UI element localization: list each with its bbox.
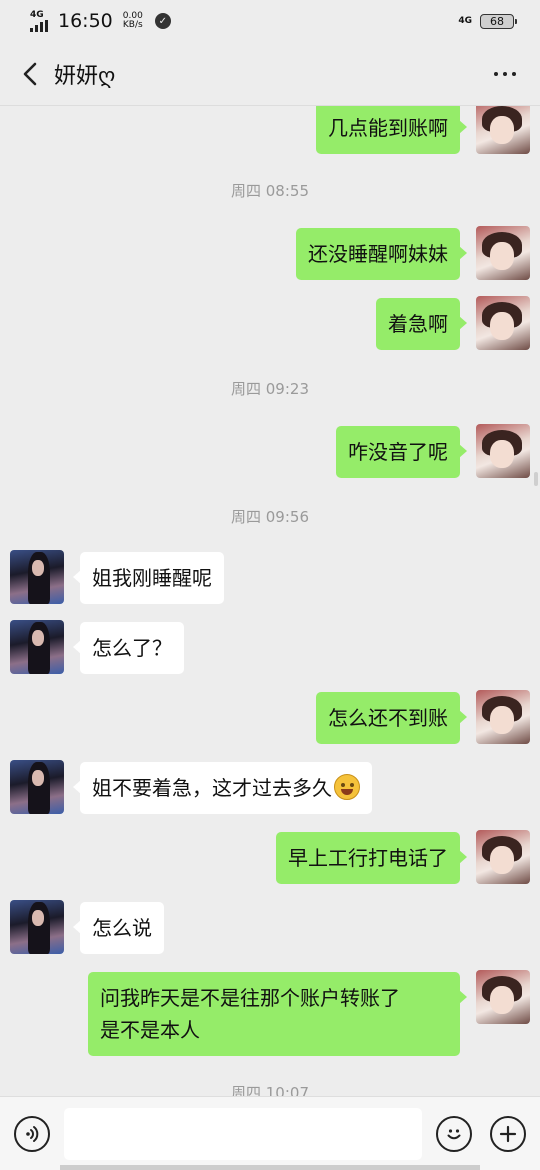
avatar[interactable] <box>10 760 64 814</box>
message-bubble-received[interactable]: 怎么说 <box>73 902 164 954</box>
avatar[interactable] <box>476 226 530 280</box>
signal-icon <box>30 19 48 32</box>
voice-icon[interactable] <box>14 1115 50 1152</box>
input-bar <box>0 1096 540 1170</box>
laughing-tears-emoji-icon <box>334 774 360 800</box>
message-bubble-received[interactable]: 姐我刚睡醒呢 <box>73 552 224 604</box>
message-input[interactable] <box>64 1107 422 1160</box>
plus-icon[interactable] <box>490 1115 526 1152</box>
message-bubble-sent[interactable]: 几点能到账啊 <box>316 106 467 154</box>
message-bubble-received[interactable]: 姐不要着急，这才过去多久 <box>73 762 372 814</box>
scrollbar[interactable] <box>534 472 538 486</box>
network-speed: 0.00 KB/s <box>122 11 143 30</box>
timestamp: 周四 08:55 <box>231 182 309 200</box>
status-bar: 4G 16:50 0.00 KB/s ✓ 4G 68 <box>0 0 540 42</box>
message-bubble-sent[interactable]: 还没睡醒啊妹妹 <box>296 228 467 280</box>
message-bubble-received[interactable]: 怎么了？ <box>73 622 184 674</box>
avatar[interactable] <box>476 106 530 154</box>
back-arrow-icon[interactable] <box>18 62 42 86</box>
message-bubble-sent[interactable]: 问我昨天是不是往那个账户转账了 是不是本人 <box>88 972 467 1056</box>
timestamp: 周四 10:07 <box>231 1084 309 1096</box>
avatar[interactable] <box>476 830 530 884</box>
avatar[interactable] <box>476 424 530 478</box>
battery-icon: 68 <box>480 13 517 29</box>
message-bubble-sent[interactable]: 早上工行打电话了 <box>276 832 467 884</box>
timestamp: 周四 09:56 <box>231 508 309 526</box>
avatar[interactable] <box>476 690 530 744</box>
avatar[interactable] <box>476 970 530 1024</box>
avatar[interactable] <box>10 900 64 954</box>
notification-icon: ✓ <box>154 13 171 29</box>
keyboard-hint-strip <box>60 1165 480 1170</box>
clock: 16:50 <box>58 10 113 32</box>
message-bubble-sent[interactable]: 怎么还不到账 <box>316 692 467 744</box>
more-options-icon[interactable] <box>488 62 522 86</box>
avatar[interactable] <box>10 620 64 674</box>
message-bubble-sent[interactable]: 着急啊 <box>376 298 467 350</box>
message-list[interactable]: 几点能到账啊 周四 08:55 还没睡醒啊妹妹 着急啊 周四 09:23 咋没音… <box>0 106 540 1096</box>
timestamp: 周四 09:23 <box>231 380 309 398</box>
chat-header: 妍妍ღ <box>0 42 540 106</box>
avatar[interactable] <box>476 296 530 350</box>
message-text: 姐不要着急，这才过去多久 <box>92 776 332 800</box>
avatar[interactable] <box>10 550 64 604</box>
chat-title: 妍妍ღ <box>54 63 116 89</box>
network-label-right: 4G <box>458 15 472 26</box>
emoji-icon[interactable] <box>436 1115 472 1152</box>
message-bubble-sent[interactable]: 咋没音了呢 <box>336 426 467 478</box>
network-label: 4G <box>30 9 44 20</box>
battery-level: 68 <box>490 14 504 28</box>
